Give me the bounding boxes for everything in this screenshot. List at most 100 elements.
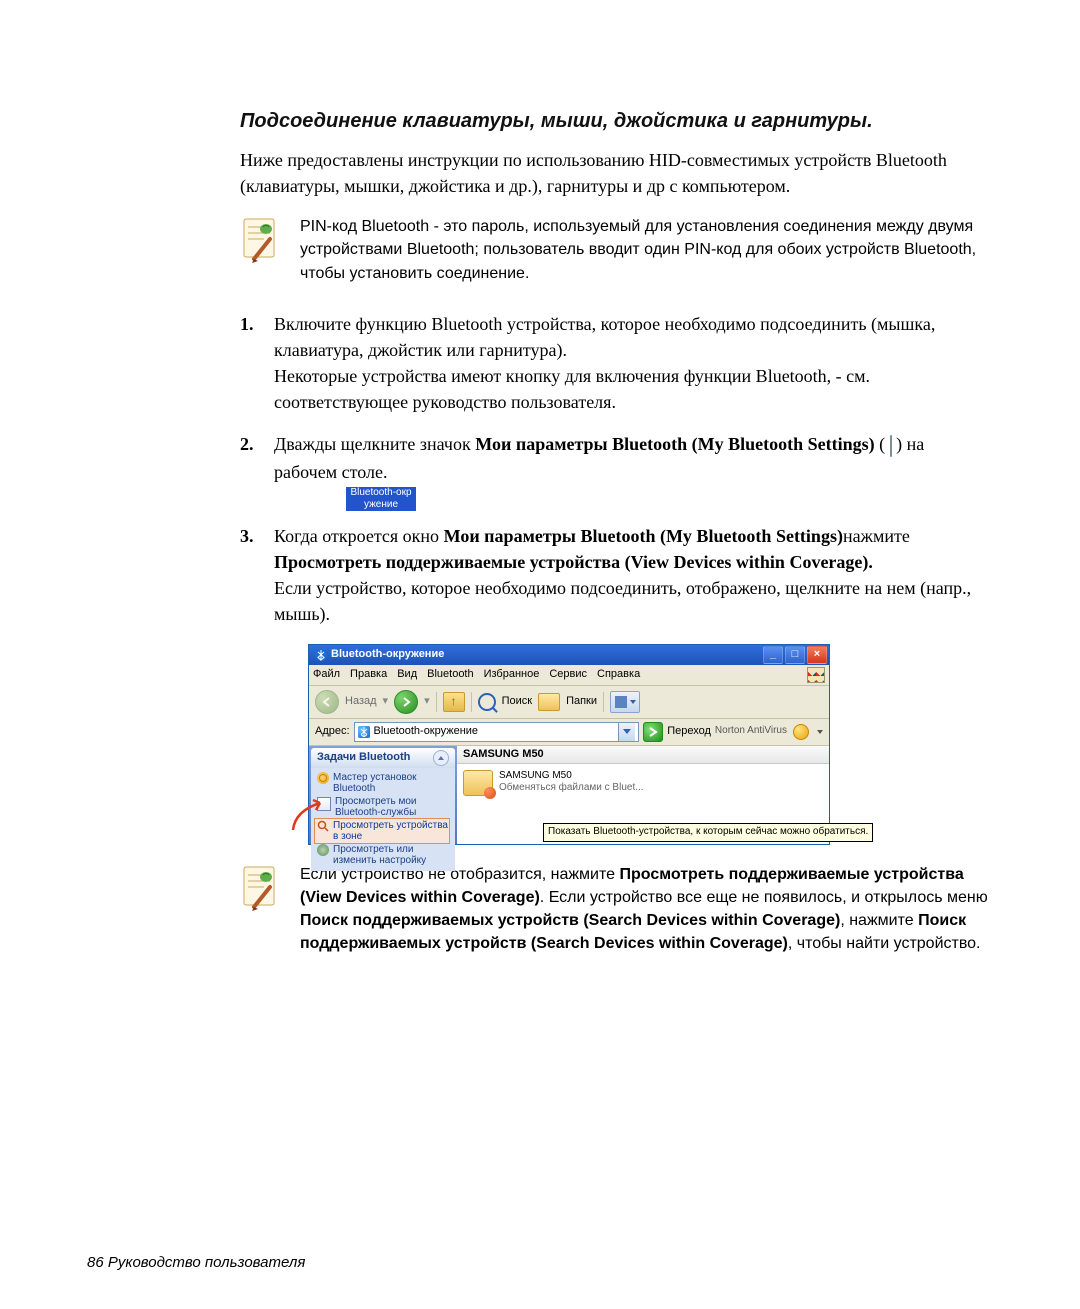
arrow-right-icon — [648, 727, 658, 737]
address-dropdown-button[interactable] — [618, 723, 635, 741]
step-2: Дважды щелкните значок Мои параметры Blu… — [240, 431, 990, 511]
step-1: Включите функцию Bluetooth устройства, к… — [240, 311, 990, 415]
window-minimize-button[interactable]: _ — [763, 646, 783, 664]
task-link-my-services[interactable]: Просмотреть мои Bluetooth-службы — [317, 795, 449, 819]
note2-t3: , нажмите — [840, 912, 918, 929]
chevron-down-icon — [623, 729, 631, 734]
step-3: Когда откроется окно Мои параметры Bluet… — [240, 523, 990, 844]
note-block-2: Если устройство не отобразится, нажмите … — [240, 863, 990, 956]
main-pane: SAMSUNG M50 SAMSUNG M50 Обменяться файла… — [457, 746, 829, 844]
folders-icon — [538, 693, 560, 711]
device-name: SAMSUNG M50 — [499, 770, 644, 782]
callout-arrow-icon — [290, 797, 326, 833]
note2-t2: . Если устройство все еще не появилось, … — [540, 889, 988, 906]
explorer-content: Задачи Bluetooth Мастер установок Blueto… — [309, 746, 829, 844]
task-link-label: Просмотреть мои Bluetooth-службы — [335, 796, 449, 818]
toolbar-divider-3 — [603, 692, 604, 712]
explorer-window: Bluetooth-окружение _ □ × Файл Правка Ви… — [308, 644, 830, 845]
menu-edit[interactable]: Правка — [350, 667, 387, 683]
address-bar: Адрес: Bluetooth-окружение Переход Norto… — [309, 719, 829, 746]
column-header[interactable]: SAMSUNG M50 — [457, 746, 829, 765]
chevron-down-icon — [817, 730, 823, 734]
bluetooth-icon — [315, 649, 327, 661]
tooltip: Показать Bluetooth-устройства, к которым… — [543, 823, 873, 842]
toolbar-divider-2 — [471, 692, 472, 712]
task-link-label: Просмотреть устройства в зоне — [333, 820, 449, 842]
windows-flag-icon — [807, 667, 825, 683]
chevron-down-icon — [630, 700, 636, 704]
note-text-1: PIN-код Bluetooth - это пароль, использу… — [300, 215, 990, 285]
device-description: Обменяться файлами с Bluet... — [499, 782, 644, 794]
window-titlebar[interactable]: Bluetooth-окружение _ □ × — [309, 645, 829, 665]
address-input[interactable]: Bluetooth-окружение — [354, 722, 640, 742]
arrow-right-icon — [401, 697, 411, 707]
step-2-bold: Мои параметры Bluetooth (My Bluetooth Se… — [475, 434, 874, 454]
window-title: Bluetooth-окружение — [331, 647, 761, 663]
note2-b2: Поиск поддерживаемых устройств (Search D… — [300, 912, 840, 929]
step-3-mid: нажмите — [843, 526, 910, 546]
icon-caption-line1: Bluetooth-окр — [346, 487, 416, 499]
menu-bluetooth[interactable]: Bluetooth — [427, 667, 473, 683]
step-3-bold2: Просмотреть поддерживаемые устройства (V… — [274, 552, 873, 572]
up-one-level-button[interactable] — [443, 692, 465, 712]
menu-tools[interactable]: Сервис — [549, 667, 587, 683]
task-link-wizard[interactable]: Мастер установок Bluetooth — [317, 771, 449, 795]
step-3-after: Если устройство, которое необходимо подс… — [274, 575, 990, 627]
step-1-text-a: Включите функцию Bluetooth устройства, к… — [274, 314, 935, 360]
menu-help[interactable]: Справка — [597, 667, 640, 683]
note-text-2: Если устройство не отобразится, нажмите … — [300, 863, 990, 956]
window-maximize-button[interactable]: □ — [785, 646, 805, 664]
norton-icon — [793, 724, 809, 740]
device-item[interactable]: SAMSUNG M50 Обменяться файлами с Bluet..… — [457, 764, 829, 802]
menu-bar: Файл Правка Вид Bluetooth Избранное Серв… — [309, 665, 829, 686]
step-3-bold1: Мои параметры Bluetooth (My Bluetooth Se… — [444, 526, 843, 546]
section-heading: Подсоединение клавиатуры, мыши, джойстик… — [240, 110, 990, 133]
menu-view[interactable]: Вид — [397, 667, 417, 683]
task-link-settings[interactable]: Просмотреть или изменить настройку — [317, 843, 449, 867]
address-label: Адрес: — [315, 724, 350, 740]
note-block-1: PIN-код Bluetooth - это пароль, использу… — [240, 215, 990, 285]
forward-button[interactable] — [394, 690, 418, 714]
back-label: Назад — [345, 694, 377, 710]
task-pane-header[interactable]: Задачи Bluetooth — [311, 748, 455, 768]
collapse-button[interactable] — [433, 750, 449, 766]
menu-favorites[interactable]: Избранное — [484, 667, 540, 683]
search-label[interactable]: Поиск — [502, 694, 532, 710]
device-text: SAMSUNG M50 Обменяться файлами с Bluet..… — [499, 770, 644, 794]
task-link-view-devices[interactable]: Просмотреть устройства в зоне — [315, 819, 449, 843]
back-button[interactable] — [315, 690, 339, 714]
norton-label: Norton AntiVirus — [715, 724, 787, 739]
arrow-left-icon — [322, 697, 332, 707]
page-footer: 86 Руководство пользователя — [87, 1254, 305, 1271]
folders-label[interactable]: Папки — [566, 694, 597, 710]
toolbar-divider — [436, 692, 437, 712]
icon-caption: Bluetooth-окр ужение — [346, 487, 990, 511]
device-folder-icon — [463, 770, 493, 796]
note2-t4: , чтобы найти устройство. — [788, 935, 981, 952]
task-pane: Задачи Bluetooth Мастер установок Blueto… — [309, 746, 457, 844]
navigation-toolbar: Назад ▾ ▾ Поиск Папки — [309, 686, 829, 719]
grid-icon — [615, 696, 627, 708]
task-link-label: Мастер установок Bluetooth — [333, 772, 449, 794]
search-icon — [478, 693, 496, 711]
step-2-mid: ( — [875, 434, 886, 454]
task-link-label: Просмотреть или изменить настройку — [333, 844, 449, 866]
step-1-text-b: Некоторые устройства имеют кнопку для вк… — [274, 363, 990, 415]
go-label: Переход — [667, 724, 711, 740]
window-close-button[interactable]: × — [807, 646, 827, 664]
intro-paragraph: Ниже предоставлены инструкции по использ… — [240, 147, 990, 199]
document-page: Подсоединение клавиатуры, мыши, джойстик… — [0, 0, 1080, 1309]
address-value: Bluetooth-окружение — [374, 724, 615, 740]
gear-icon — [317, 844, 329, 856]
task-header-label: Задачи Bluetooth — [317, 750, 410, 766]
note-icon — [240, 215, 282, 267]
note-icon — [240, 863, 282, 915]
menu-file[interactable]: Файл — [313, 667, 340, 683]
wizard-icon — [317, 772, 329, 784]
ordered-steps: Включите функцию Bluetooth устройства, к… — [240, 311, 990, 845]
task-pane-body: Мастер установок Bluetooth Просмотреть м… — [311, 768, 455, 871]
bluetooth-desktop-icon-wrapper — [890, 433, 892, 459]
views-button[interactable] — [610, 691, 640, 713]
step-2-pre: Дважды щелкните значок — [274, 434, 475, 454]
go-button[interactable] — [643, 722, 663, 742]
